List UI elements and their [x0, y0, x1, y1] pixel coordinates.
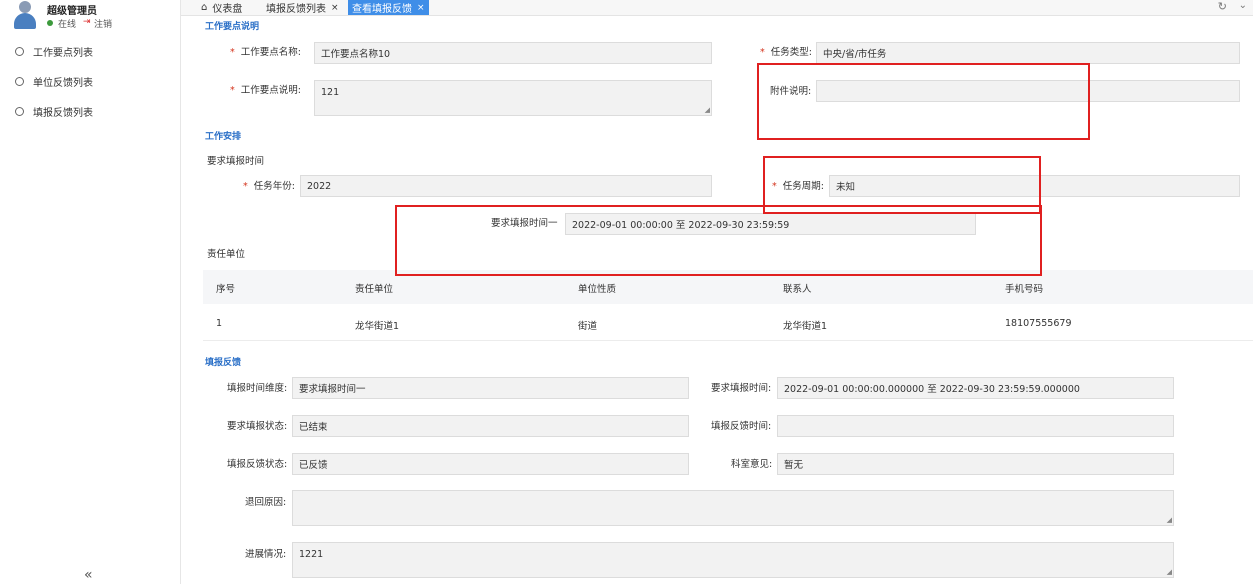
sidebar-item-unit-feedback[interactable]: 单位反馈列表	[15, 73, 93, 89]
tab-view-fill-feedback[interactable]: 查看填报反馈 ×	[348, 0, 429, 15]
tab-label: 仪表盘	[212, 4, 243, 15]
col-header-phone: 手机号码	[1005, 284, 1044, 295]
refresh-icon[interactable]: ↻	[1218, 0, 1227, 13]
user-name: 超级管理员	[47, 6, 97, 17]
logout-link[interactable]: 注销	[94, 17, 112, 30]
col-header-index: 序号	[216, 284, 236, 295]
return-reason-textarea[interactable]: ◢	[292, 490, 1174, 526]
sidebar-item-label: 工作要点列表	[33, 47, 93, 59]
tab-dashboard[interactable]: ⌂ 仪表盘	[197, 0, 246, 15]
logout-icon[interactable]: ⇥	[83, 17, 91, 27]
avatar	[14, 1, 36, 29]
progress-textarea[interactable]: 1221 ◢	[292, 542, 1174, 578]
work-desc-label: * 工作要点说明:	[230, 85, 301, 96]
section-title-feedback: 填报反馈	[205, 358, 242, 368]
resize-handle-icon[interactable]: ◢	[1167, 569, 1172, 576]
fb-time-label: 填报反馈时间:	[711, 421, 772, 432]
table-cell-unit: 龙华街道1	[355, 321, 400, 332]
task-type-field[interactable]: 中央/省/市任务	[816, 42, 1240, 64]
table-row-divider	[203, 340, 1253, 341]
close-icon[interactable]: ×	[417, 3, 425, 13]
progress-text: 1221	[299, 549, 324, 560]
table-cell-phone: 18107555679	[1005, 318, 1072, 329]
sidebar: 超级管理员 在线 ⇥ 注销 工作要点列表 单位反馈列表 填报反馈列表 «	[0, 0, 181, 584]
online-status-dot-icon	[47, 20, 53, 26]
work-name-field[interactable]: 工作要点名称10	[314, 42, 712, 64]
tab-label: 填报反馈列表	[266, 4, 326, 15]
progress-label: 进展情况:	[245, 549, 287, 560]
col-header-unit: 责任单位	[355, 284, 394, 295]
collapse-sidebar-button[interactable]: «	[84, 567, 93, 583]
sidebar-item-label: 单位反馈列表	[33, 77, 93, 89]
circle-icon	[15, 46, 24, 56]
work-desc-text: 121	[321, 87, 340, 98]
resize-handle-icon[interactable]: ◢	[705, 107, 710, 114]
opinion-field[interactable]: 暂无	[777, 453, 1174, 475]
tab-label: 查看填报反馈	[352, 4, 412, 15]
circle-icon	[15, 76, 24, 86]
table-cell-contact: 龙华街道1	[783, 321, 828, 332]
col-header-contact: 联系人	[783, 284, 812, 295]
circle-icon	[15, 106, 24, 116]
req-time-field[interactable]: 2022-09-01 00:00:00.000000 至 2022-09-30 …	[777, 377, 1174, 399]
resize-handle-icon[interactable]: ◢	[1167, 517, 1172, 524]
return-reason-label: 退回原因:	[245, 497, 287, 508]
opinion-label: 科室意见:	[731, 459, 773, 470]
sidebar-item-label: 填报反馈列表	[33, 107, 93, 119]
chevron-down-icon[interactable]: ⌄	[1239, 0, 1247, 11]
sidebar-item-fill-feedback[interactable]: 填报反馈列表	[15, 103, 93, 119]
annotation-box-attachment	[757, 63, 1090, 140]
task-type-label: * 任务类型:	[760, 47, 812, 58]
req-time-label: 要求填报时间:	[711, 383, 772, 394]
req-status-field[interactable]: 已结束	[292, 415, 689, 437]
required-time-heading: 要求填报时间	[207, 156, 265, 167]
dimension-field[interactable]: 要求填报时间一	[292, 377, 689, 399]
tab-fill-feedback-list[interactable]: 填报反馈列表 ×	[262, 0, 343, 16]
fb-time-field[interactable]	[777, 415, 1174, 437]
work-desc-textarea[interactable]: 121 ◢	[314, 80, 712, 116]
annotation-box-required-time	[395, 205, 1042, 276]
sidebar-item-work-points[interactable]: 工作要点列表	[15, 43, 93, 59]
task-year-field[interactable]: 2022	[300, 175, 712, 197]
col-header-nature: 单位性质	[578, 284, 617, 295]
work-name-label: * 工作要点名称:	[230, 47, 301, 58]
section-title-arrangement: 工作安排	[205, 132, 242, 142]
table-cell-index: 1	[216, 318, 223, 329]
table-cell-nature: 街道	[578, 321, 598, 332]
home-icon: ⌂	[201, 2, 208, 13]
task-year-label: * 任务年份:	[243, 181, 295, 192]
fb-status-label: 填报反馈状态:	[227, 459, 288, 470]
responsible-unit-heading: 责任单位	[207, 249, 246, 260]
tab-bar: ⌂ 仪表盘 填报反馈列表 × 查看填报反馈 × ↻ ⌄	[181, 0, 1253, 16]
online-status: 在线	[58, 20, 77, 30]
close-icon[interactable]: ×	[331, 3, 339, 13]
dimension-label: 填报时间维度:	[227, 383, 288, 394]
req-status-label: 要求填报状态:	[227, 421, 288, 432]
section-title-work-desc: 工作要点说明	[205, 22, 260, 32]
fb-status-field[interactable]: 已反馈	[292, 453, 689, 475]
